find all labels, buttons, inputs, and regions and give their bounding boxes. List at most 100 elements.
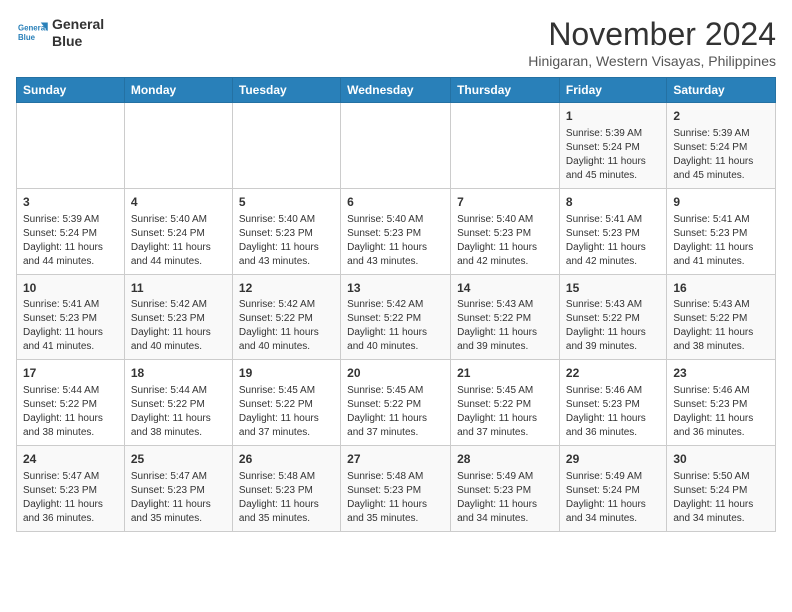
day-number: 30 [673, 451, 769, 468]
calendar-week-4: 17Sunrise: 5:44 AM Sunset: 5:22 PM Dayli… [17, 360, 776, 446]
calendar-cell: 12Sunrise: 5:42 AM Sunset: 5:22 PM Dayli… [232, 274, 340, 360]
day-number: 27 [347, 451, 444, 468]
day-info: Sunrise: 5:42 AM Sunset: 5:22 PM Dayligh… [347, 298, 444, 354]
day-number: 24 [23, 451, 118, 468]
col-saturday: Saturday [667, 78, 776, 103]
calendar-week-2: 3 Sunrise: 5:39 AM Sunset: 5:24 PM Daylig… [17, 188, 776, 274]
day-number: 16 [673, 280, 769, 297]
day-info: Sunrise: 5:42 AM Sunset: 5:23 PM Dayligh… [131, 298, 226, 354]
calendar-cell: 26Sunrise: 5:48 AM Sunset: 5:23 PM Dayli… [232, 446, 340, 532]
calendar-cell: 13Sunrise: 5:42 AM Sunset: 5:22 PM Dayli… [341, 274, 451, 360]
calendar-cell [232, 103, 340, 189]
day-number: 29 [566, 451, 660, 468]
day-number: 23 [673, 365, 769, 382]
calendar-cell [17, 103, 125, 189]
day-info: Sunrise: 5:45 AM Sunset: 5:22 PM Dayligh… [457, 384, 553, 440]
day-info: Sunrise: 5:40 AM Sunset: 5:23 PM Dayligh… [457, 213, 553, 269]
calendar-week-1: 1 Sunrise: 5:39 AM Sunset: 5:24 PM Daylig… [17, 103, 776, 189]
day-info: Sunrise: 5:39 AM Sunset: 5:24 PM Dayligh… [673, 127, 769, 183]
day-info: Sunrise: 5:46 AM Sunset: 5:23 PM Dayligh… [673, 384, 769, 440]
calendar-cell: 1 Sunrise: 5:39 AM Sunset: 5:24 PM Daylig… [559, 103, 666, 189]
logo-text: General Blue [52, 16, 104, 50]
day-info: Sunrise: 5:40 AM Sunset: 5:23 PM Dayligh… [347, 213, 444, 269]
calendar-cell: 5Sunrise: 5:40 AM Sunset: 5:23 PM Daylig… [232, 188, 340, 274]
day-info: Sunrise: 5:49 AM Sunset: 5:23 PM Dayligh… [457, 470, 553, 526]
day-number: 20 [347, 365, 444, 382]
calendar-cell: 15Sunrise: 5:43 AM Sunset: 5:22 PM Dayli… [559, 274, 666, 360]
day-number: 2 [673, 108, 769, 125]
calendar-cell: 14Sunrise: 5:43 AM Sunset: 5:22 PM Dayli… [451, 274, 560, 360]
day-number: 11 [131, 280, 226, 297]
calendar-cell: 22 Sunrise: 5:46 AM Sunset: 5:23 PM Dayli… [559, 360, 666, 446]
calendar-cell: 10Sunrise: 5:41 AM Sunset: 5:23 PM Dayli… [17, 274, 125, 360]
day-info: Sunrise: 5:44 AM Sunset: 5:22 PM Dayligh… [131, 384, 226, 440]
day-info: Sunrise: 5:43 AM Sunset: 5:22 PM Dayligh… [673, 298, 769, 354]
col-thursday: Thursday [451, 78, 560, 103]
calendar-body: 1 Sunrise: 5:39 AM Sunset: 5:24 PM Daylig… [17, 103, 776, 532]
calendar-cell: 11Sunrise: 5:42 AM Sunset: 5:23 PM Dayli… [124, 274, 232, 360]
day-info: Sunrise: 5:46 AM Sunset: 5:23 PM Dayligh… [566, 384, 660, 440]
calendar-cell: 21 Sunrise: 5:45 AM Sunset: 5:22 PM Dayli… [451, 360, 560, 446]
day-info: Sunrise: 5:39 AM Sunset: 5:24 PM Dayligh… [23, 213, 118, 269]
day-info: Sunrise: 5:48 AM Sunset: 5:23 PM Dayligh… [239, 470, 334, 526]
calendar-cell: 20 Sunrise: 5:45 AM Sunset: 5:22 PM Dayli… [341, 360, 451, 446]
day-info: Sunrise: 5:45 AM Sunset: 5:22 PM Dayligh… [239, 384, 334, 440]
calendar-cell [451, 103, 560, 189]
day-number: 10 [23, 280, 118, 297]
calendar-cell: 23 Sunrise: 5:46 AM Sunset: 5:23 PM Dayli… [667, 360, 776, 446]
calendar-cell: 29 Sunrise: 5:49 AM Sunset: 5:24 PM Dayli… [559, 446, 666, 532]
day-info: Sunrise: 5:40 AM Sunset: 5:24 PM Dayligh… [131, 213, 226, 269]
calendar-cell: 3 Sunrise: 5:39 AM Sunset: 5:24 PM Daylig… [17, 188, 125, 274]
day-info: Sunrise: 5:47 AM Sunset: 5:23 PM Dayligh… [131, 470, 226, 526]
day-info: Sunrise: 5:41 AM Sunset: 5:23 PM Dayligh… [673, 213, 769, 269]
day-info: Sunrise: 5:45 AM Sunset: 5:22 PM Dayligh… [347, 384, 444, 440]
logo-icon: General Blue [16, 19, 48, 47]
calendar-cell: 19Sunrise: 5:45 AM Sunset: 5:22 PM Dayli… [232, 360, 340, 446]
day-info: Sunrise: 5:39 AM Sunset: 5:24 PM Dayligh… [566, 127, 660, 183]
header-row: Sunday Monday Tuesday Wednesday Thursday… [17, 78, 776, 103]
day-info: Sunrise: 5:49 AM Sunset: 5:24 PM Dayligh… [566, 470, 660, 526]
day-info: Sunrise: 5:44 AM Sunset: 5:22 PM Dayligh… [23, 384, 118, 440]
day-info: Sunrise: 5:41 AM Sunset: 5:23 PM Dayligh… [566, 213, 660, 269]
logo-line2: Blue [52, 33, 104, 50]
logo-line1: General [52, 16, 104, 33]
day-number: 28 [457, 451, 553, 468]
col-sunday: Sunday [17, 78, 125, 103]
day-number: 3 [23, 194, 118, 211]
day-number: 18 [131, 365, 226, 382]
day-info: Sunrise: 5:43 AM Sunset: 5:22 PM Dayligh… [566, 298, 660, 354]
calendar-cell: 24Sunrise: 5:47 AM Sunset: 5:23 PM Dayli… [17, 446, 125, 532]
day-number: 21 [457, 365, 553, 382]
day-number: 9 [673, 194, 769, 211]
day-info: Sunrise: 5:40 AM Sunset: 5:23 PM Dayligh… [239, 213, 334, 269]
day-number: 25 [131, 451, 226, 468]
logo: General Blue General Blue [16, 16, 104, 50]
calendar-cell: 18 Sunrise: 5:44 AM Sunset: 5:22 PM Dayli… [124, 360, 232, 446]
day-number: 1 [566, 108, 660, 125]
svg-text:Blue: Blue [18, 33, 36, 42]
day-number: 14 [457, 280, 553, 297]
calendar-cell: 27 Sunrise: 5:48 AM Sunset: 5:23 PM Dayli… [341, 446, 451, 532]
calendar-cell: 7 Sunrise: 5:40 AM Sunset: 5:23 PM Daylig… [451, 188, 560, 274]
col-friday: Friday [559, 78, 666, 103]
calendar-week-5: 24 Sunrise: 5:47 AM Sunset: 5:23 PM Dayli… [17, 446, 776, 532]
day-info: Sunrise: 5:43 AM Sunset: 5:22 PM Dayligh… [457, 298, 553, 354]
day-number: 15 [566, 280, 660, 297]
calendar-cell: 30 Sunrise: 5:50 AM Sunset: 5:24 PM Dayli… [667, 446, 776, 532]
calendar-title: November 2024 [528, 16, 776, 53]
title-block: November 2024 Hinigaran, Western Visayas… [528, 16, 776, 69]
calendar-header: Sunday Monday Tuesday Wednesday Thursday… [17, 78, 776, 103]
day-number: 7 [457, 194, 553, 211]
col-tuesday: Tuesday [232, 78, 340, 103]
day-info: Sunrise: 5:50 AM Sunset: 5:24 PM Dayligh… [673, 470, 769, 526]
calendar-cell: 16Sunrise: 5:43 AM Sunset: 5:22 PM Dayli… [667, 274, 776, 360]
day-info: Sunrise: 5:48 AM Sunset: 5:23 PM Dayligh… [347, 470, 444, 526]
day-number: 22 [566, 365, 660, 382]
calendar-cell: 2 Sunrise: 5:39 AM Sunset: 5:24 PM Daylig… [667, 103, 776, 189]
page-header: General Blue General Blue November 2024 … [16, 16, 776, 69]
calendar-cell: 25 Sunrise: 5:47 AM Sunset: 5:23 PM Dayli… [124, 446, 232, 532]
day-number: 8 [566, 194, 660, 211]
col-wednesday: Wednesday [341, 78, 451, 103]
calendar-subtitle: Hinigaran, Western Visayas, Philippines [528, 53, 776, 69]
day-number: 4 [131, 194, 226, 211]
